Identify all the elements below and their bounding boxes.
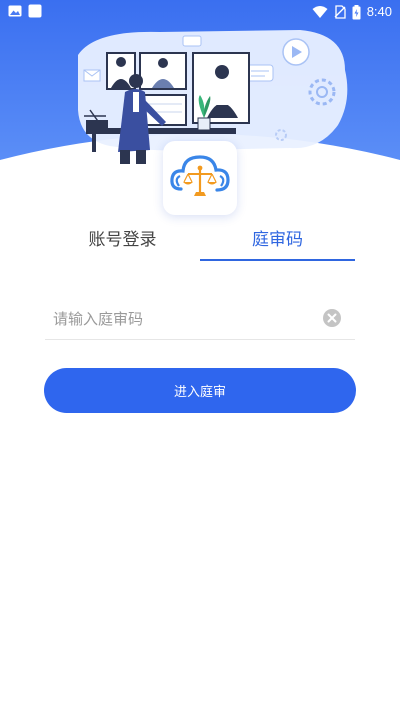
active-tab-indicator bbox=[200, 259, 355, 261]
square-notification-icon bbox=[28, 4, 42, 18]
image-notification-icon bbox=[8, 5, 22, 17]
no-sim-icon bbox=[334, 5, 346, 19]
tab-account-login[interactable]: 账号登录 bbox=[45, 224, 200, 260]
battery-charging-icon bbox=[352, 4, 361, 19]
tab-court-code[interactable]: 庭审码 bbox=[200, 224, 355, 260]
enter-hearing-button[interactable]: 进入庭审 bbox=[44, 368, 356, 413]
clear-icon[interactable] bbox=[323, 309, 341, 327]
court-code-field bbox=[45, 298, 355, 340]
wifi-icon bbox=[312, 6, 328, 18]
status-time: 8:40 bbox=[366, 4, 392, 19]
status-bar: 8:40 bbox=[0, 0, 400, 24]
court-code-input[interactable] bbox=[53, 304, 313, 334]
login-tabs: 账号登录 庭审码 bbox=[45, 224, 355, 262]
cloud-scales-logo-icon bbox=[170, 155, 230, 196]
app-logo bbox=[163, 141, 237, 215]
